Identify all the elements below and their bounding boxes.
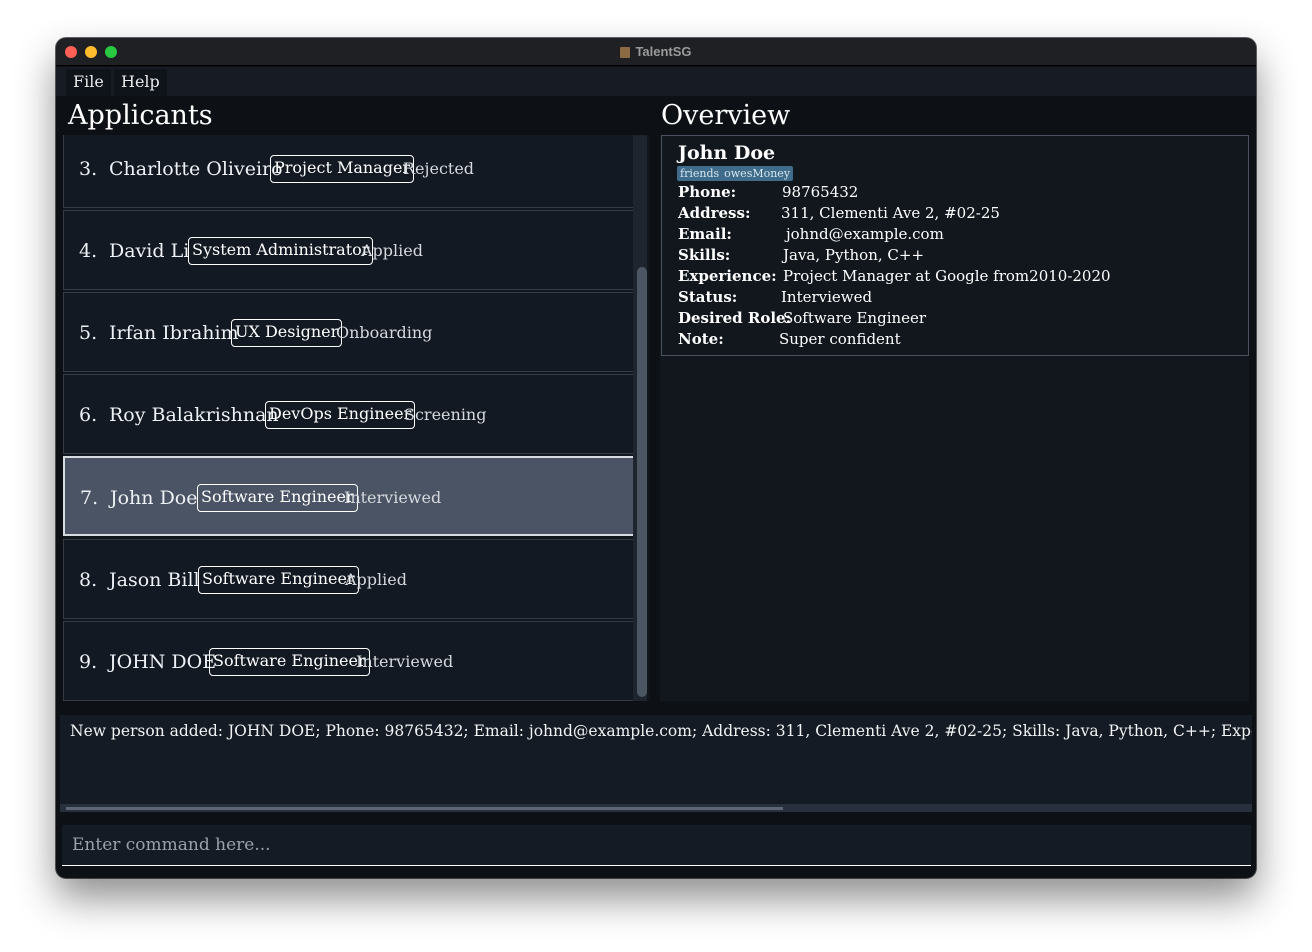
applicant-card[interactable]: 3. Charlotte Oliveiro Project Manager Re…	[63, 135, 635, 208]
applicant-status: Onboarding	[336, 323, 433, 342]
skills-value: Java, Python, C++	[783, 246, 925, 264]
note-label: Note:	[678, 330, 724, 348]
title-bar: TalentSG	[56, 38, 1256, 66]
applicant-name: Irfan Ibrahim	[109, 322, 239, 344]
applicant-name: Roy Balakrishnan	[109, 404, 279, 426]
applicant-index: 6.	[79, 404, 98, 426]
applicant-index: 5.	[79, 322, 98, 344]
applicant-card[interactable]: 5. Irfan Ibrahim UX Designer Onboarding	[63, 292, 635, 372]
person-icon	[620, 46, 631, 58]
applicant-status: Applied	[361, 241, 423, 260]
applicant-role-tag: UX Designer	[231, 319, 343, 347]
applicant-role-tag: Software Engineer	[197, 484, 358, 512]
applicant-status: Interviewed	[356, 652, 454, 671]
experience-value: Project Manager at Google from2010-2020	[783, 267, 1111, 285]
note-value: Super confident	[779, 330, 901, 348]
applicant-role-tag: Software Engineer	[209, 648, 370, 676]
applicant-card[interactable]: 4. David Li System Administrator Applied	[63, 210, 635, 290]
applicant-status: Applied	[345, 570, 407, 589]
applicant-name: John Doe	[110, 487, 198, 509]
applicant-role-tag: DevOps Engineer	[265, 401, 416, 429]
tag-label: friends	[680, 167, 720, 180]
overview-heading: Overview	[661, 100, 791, 131]
applicant-index: 3.	[79, 158, 98, 180]
applicant-card[interactable]: 6. Roy Balakrishnan DevOps Engineer Scre…	[63, 374, 635, 454]
applicant-card-selected[interactable]: 7. John Doe Software Engineer Interviewe…	[63, 456, 635, 536]
experience-label: Experience:	[678, 267, 777, 285]
desired-role-label: Desired Role:	[678, 309, 792, 327]
menu-help[interactable]: Help	[114, 69, 167, 96]
applicant-name: Charlotte Oliveiro	[109, 158, 283, 180]
applicant-index: 9.	[79, 651, 98, 673]
applicant-index: 4.	[79, 240, 98, 262]
applicant-list: 3. Charlotte Oliveiro Project Manager Re…	[63, 135, 650, 701]
status-label: Status:	[678, 288, 738, 306]
command-input[interactable]	[62, 825, 1251, 866]
tag-label: owesMoney	[724, 167, 791, 180]
applicant-name: David Li	[109, 240, 190, 262]
applicant-status: Interviewed	[344, 488, 442, 507]
applicant-card[interactable]: 9. JOHN DOE Software Engineer Interviewe…	[63, 621, 635, 701]
overview-tags: friends owesMoney	[677, 166, 794, 181]
applicant-role-tag: System Administrator	[188, 237, 374, 265]
applicant-role-tag: Software Engineer	[198, 566, 359, 594]
applicant-name: JOHN DOE	[109, 651, 217, 673]
overview-card: John Doe friends owesMoney Phone: 9876543…	[661, 135, 1249, 356]
phone-label: Phone:	[678, 183, 737, 201]
email-value: johnd@example.com	[786, 225, 944, 243]
overview-name: John Doe	[678, 142, 776, 164]
applicant-index: 7.	[80, 487, 99, 509]
applicant-status: Screening	[404, 405, 487, 424]
address-value: 311, Clementi Ave 2, #02-25	[781, 204, 1000, 222]
phone-value: 98765432	[782, 183, 859, 201]
app-window: TalentSG File Help Applicants Overview 3…	[56, 38, 1256, 878]
menu-bar: File Help	[56, 67, 1256, 96]
result-scroll-thumb[interactable]	[66, 807, 783, 810]
result-message: New person added: JOHN DOE; Phone: 98765…	[70, 722, 1252, 740]
applicant-list-scroll-thumb[interactable]	[637, 267, 647, 697]
applicant-status: Rejected	[403, 159, 475, 178]
skills-label: Skills:	[678, 246, 731, 264]
menu-file[interactable]: File	[66, 69, 111, 96]
applicants-heading: Applicants	[68, 100, 213, 131]
window-title-area: TalentSG	[56, 38, 1256, 66]
address-label: Address:	[678, 204, 751, 222]
desired-role-value: Software Engineer	[783, 309, 927, 327]
applicant-index: 8.	[79, 569, 98, 591]
applicant-name: Jason Bill	[109, 569, 200, 591]
window-title: TalentSG	[635, 44, 692, 59]
status-value: Interviewed	[781, 288, 873, 306]
email-label: Email:	[678, 225, 732, 243]
applicant-role-tag: Project Manager	[270, 155, 415, 183]
result-display[interactable]: New person added: JOHN DOE; Phone: 98765…	[60, 715, 1252, 808]
applicant-card[interactable]: 8. Jason Bill Software Engineer Applied	[63, 539, 635, 619]
